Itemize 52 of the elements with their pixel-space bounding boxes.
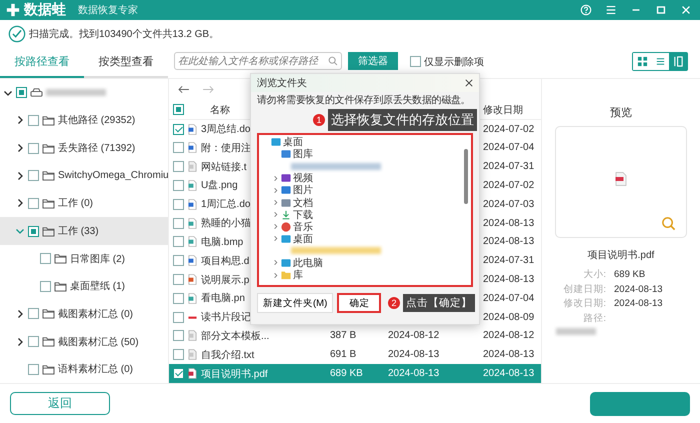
preview-title: 预览 [610, 106, 632, 120]
property-value: 689 KB [614, 268, 646, 282]
scan-status-text: 扫描完成。找到103490个文件共13.2 GB。 [29, 28, 220, 40]
file-name: 项目构思.d [201, 254, 250, 268]
property-value: 2024-08-13 [614, 282, 663, 296]
modified-date: 2024-08-13 [483, 218, 536, 229]
modified-date: 2024-07-03 [483, 198, 536, 210]
file-name: 说明展示.p [201, 274, 250, 287]
file-size: 691 B [330, 349, 356, 360]
app-subtitle: 数据恢复专家 [78, 4, 138, 17]
file-name: 熟睡的小猫 [201, 216, 251, 230]
dialog-title: 浏览文件夹 [257, 76, 307, 90]
file-name: 部分文本模板... [201, 330, 270, 343]
file-name: 1周汇总.do [201, 198, 250, 212]
property-label: 修改日期: [562, 297, 606, 311]
modified-date: 2024-07-04 [483, 142, 536, 154]
file-name: 网站链接.t [201, 160, 247, 174]
callout-label: 点击【确定】 [403, 294, 475, 312]
created-date: 2024-08-13 [388, 368, 440, 380]
file-size: 689 KB [330, 368, 363, 380]
modified-date: 2024-08-09 [483, 312, 536, 323]
modified-date: 2024-08-13 [483, 236, 536, 248]
property-label: 创建日期: [562, 282, 606, 296]
file-name: 附：使用注 [201, 142, 251, 155]
file-name: 自我介绍.txt [201, 348, 254, 362]
modified-date: 2024-07-31 [483, 255, 536, 266]
file-name: 3周总结.do [201, 122, 250, 136]
modified-date: 2024-07-31 [483, 161, 536, 172]
dialog-message: 请勿将需要恢复的文件保存到原丢失数据的磁盘。 [256, 94, 472, 107]
preview-file-name: 项目说明书.pdf [588, 248, 654, 262]
app-logo-text: 数据蛙 [24, 1, 66, 19]
property-value: 2024-08-13 [614, 297, 663, 311]
modified-date: 2024-08-12 [483, 330, 536, 342]
modified-date: 2024-08-13 [483, 349, 536, 360]
callout-label: 选择恢复文件的存放位置 [328, 109, 477, 131]
file-name: 看电脑.pn [201, 292, 245, 306]
modified-date: 2024-07-02 [483, 124, 536, 135]
step-badge: 1 [313, 114, 325, 126]
file-name: U盘.png [201, 179, 238, 192]
file-name: 电脑.bmp [201, 236, 244, 249]
file-name: 读书片段记 [201, 310, 251, 324]
modified-date: 2024-08-13 [483, 274, 536, 286]
created-date: 2024-08-13 [388, 349, 440, 360]
modified-date: 2024-08-13 [483, 368, 536, 380]
file-size: 387 B [330, 330, 356, 342]
property-label: 路径: [582, 312, 606, 326]
step-badge: 2 [388, 297, 400, 309]
file-name: 项目说明书.pdf [201, 368, 268, 381]
created-date: 2024-08-12 [388, 330, 440, 342]
property-label: 大小: [582, 268, 606, 282]
modified-date: 2024-07-04 [483, 292, 536, 304]
modified-date: 2024-07-02 [483, 180, 536, 191]
